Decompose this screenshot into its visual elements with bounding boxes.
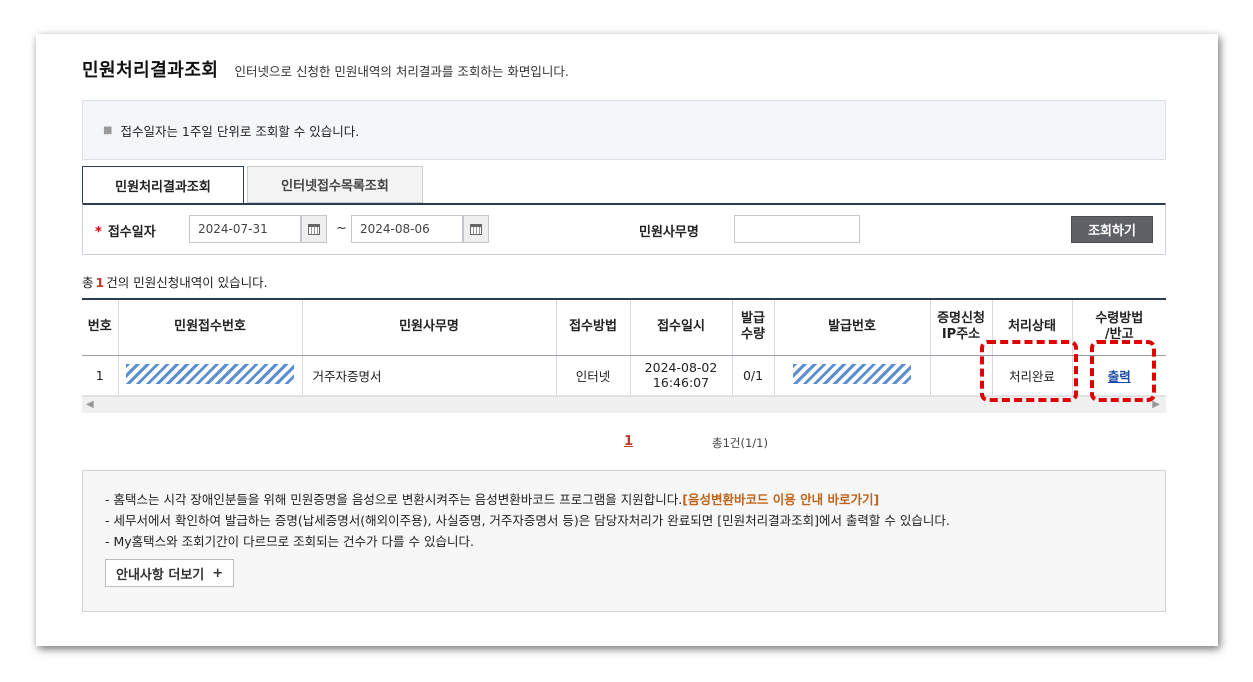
info-line-text: - 세무서에서 확인하여 발급하는 증명(납세증명서(해외이주용), 사실증명,… [105,513,950,528]
masked-issue-no [793,363,911,384]
pager-total: 총1건(1/1) [712,436,768,450]
office-name-label: 민원사무명 [639,225,699,240]
more-info-label: 안내사항 더보기 [116,567,205,583]
info-line: - 홈택스는 시각 장애인분들을 위해 민원증명을 음성으로 변환시켜주는 음성… [105,489,1143,510]
office-name-input[interactable] [734,215,860,243]
tab-result-inquiry[interactable]: 민원처리결과조회 [82,166,244,204]
count-number: 1 [95,275,105,290]
col-receipt-no: 민원접수번호 [118,299,303,356]
cell-receipt-no [118,355,303,396]
scroll-right-icon[interactable]: ▶ [1152,399,1160,410]
tab-internet-receipt-list[interactable]: 인터넷접수목록조회 [247,166,423,203]
info-box: - 홈택스는 시각 장애인분들을 위해 민원증명을 음성으로 변환시켜주는 음성… [82,470,1166,612]
end-date-input[interactable] [351,215,463,243]
info-line-text: - 홈택스는 시각 장애인분들을 위해 민원증명을 음성으로 변환시켜주는 음성… [105,492,683,507]
bullet-icon: ■ [103,124,113,136]
datetime-time: 16:46:07 [652,375,710,390]
start-calendar-button[interactable] [301,215,327,243]
result-count: 총 1 건의 민원신청내역이 있습니다. [82,272,268,291]
end-calendar-button[interactable] [463,215,489,243]
masked-receipt-no [126,363,294,384]
title-row: 민원처리결과조회 인터넷으로 신청한 민원내역의 처리결과를 조회하는 화면입니… [82,56,569,82]
page-link-1[interactable]: 1 [624,434,633,449]
search-button[interactable]: 조회하기 [1071,216,1153,243]
datetime-date: 2024-08-02 [644,360,718,375]
cell-issue-qty: 0/1 [732,355,775,396]
voice-barcode-link[interactable]: [음성변환바코드 이용 안내 바로가기] [682,492,879,507]
highlight-print-box [1090,340,1156,402]
notice-text: 접수일자는 1주일 단위로 조회할 수 있습니다. [120,123,360,139]
highlight-status-box [980,340,1078,402]
date-label-text: 접수일자 [107,225,156,240]
date-separator: ~ [336,221,347,236]
scroll-left-icon[interactable]: ◀ [86,399,94,410]
cell-office-name: 거주자증명서 [302,355,557,396]
main-panel: 민원처리결과조회 인터넷으로 신청한 민원내역의 처리결과를 조회하는 화면입니… [36,34,1218,646]
info-line: - My홈택스와 조회기간이 다르므로 조회되는 건수가 다를 수 있습니다. [105,531,1143,552]
col-no: 번호 [82,299,119,356]
calendar-icon [308,223,320,235]
col-datetime: 접수일시 [630,299,733,356]
tab-bar: 민원처리결과조회 인터넷접수목록조회 [82,166,426,204]
notice-box: ■ 접수일자는 1주일 단위로 조회할 수 있습니다. [82,100,1166,160]
page-title: 민원처리결과조회 [82,60,219,81]
calendar-icon [470,223,482,235]
col-issue-qty: 발급 수량 [732,299,775,356]
cell-issue-no [774,355,931,396]
col-office-name: 민원사무명 [302,299,557,356]
cell-method: 인터넷 [556,355,631,396]
date-label: * 접수일자 [95,221,156,240]
more-info-button[interactable]: 안내사항 더보기 + [105,559,235,587]
count-prefix: 총 [82,275,94,290]
plus-icon: + [212,565,224,581]
count-suffix: 건의 민원신청내역이 있습니다. [106,275,268,290]
required-mark: * [95,225,102,240]
info-line-text: - My홈택스와 조회기간이 다르므로 조회되는 건수가 다를 수 있습니다. [105,534,474,549]
col-issue-no: 발급번호 [774,299,931,356]
info-line: - 세무서에서 확인하여 발급하는 증명(납세증명서(해외이주용), 사실증명,… [105,510,1143,531]
cell-no: 1 [82,355,119,396]
cell-datetime: 2024-08-02 16:46:07 [630,355,733,396]
page-description: 인터넷으로 신청한 민원내역의 처리결과를 조회하는 화면입니다. [234,64,569,79]
col-method: 접수방법 [556,299,631,356]
search-bar: * 접수일자 ~ 민원사무명 조회하기 [82,203,1166,255]
start-date-input[interactable] [189,215,301,243]
